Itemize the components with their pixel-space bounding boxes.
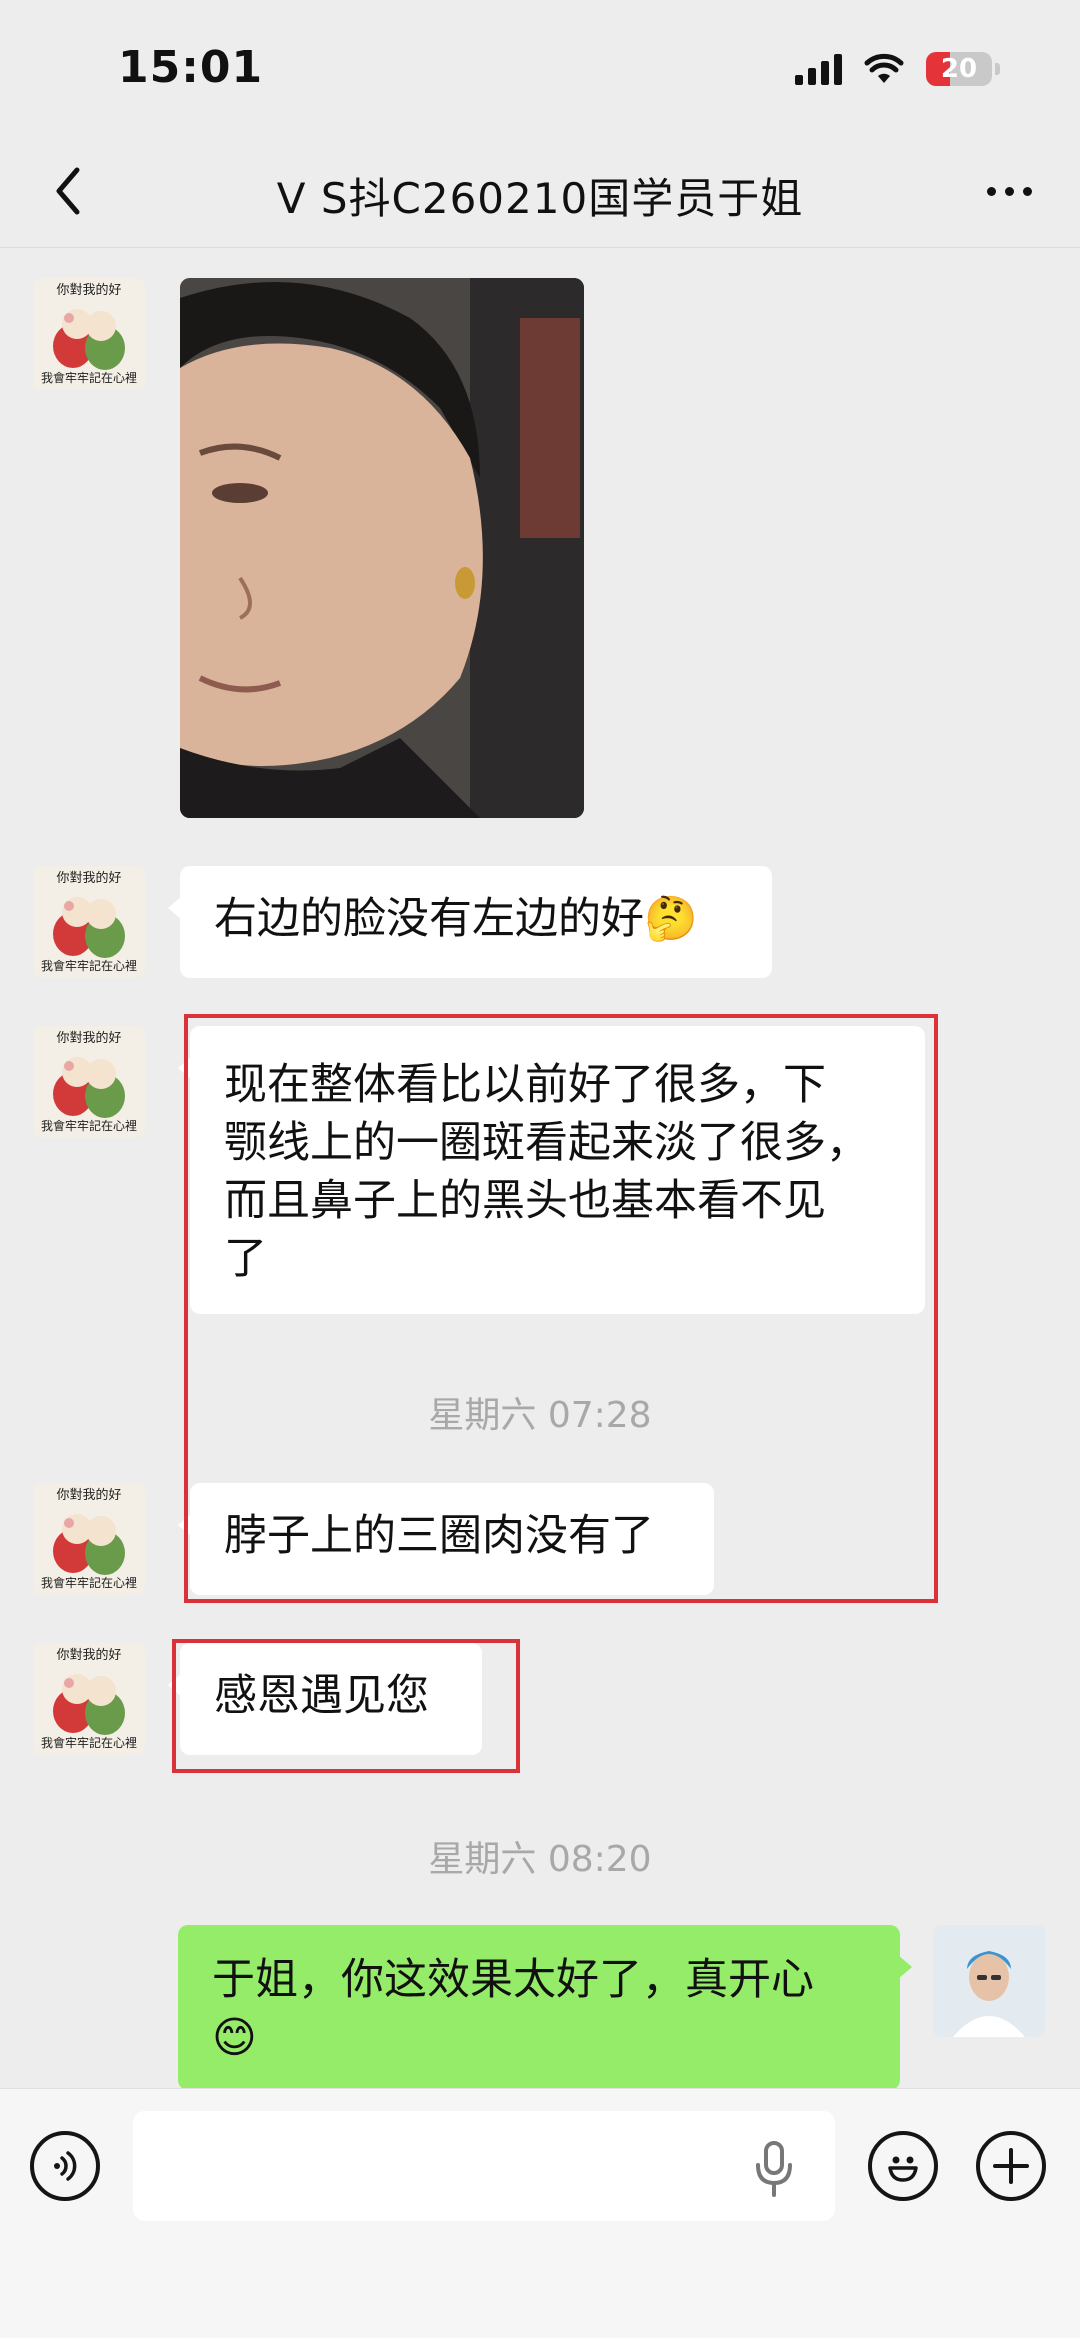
more-dot (1004, 186, 1014, 196)
own-message-bubble[interactable]: 于姐，你这效果太好了，真开心 😊 (178, 1925, 912, 2090)
contact-avatar[interactable]: 你對我的好 我會牢牢記在心裡 (33, 1643, 145, 1755)
more-dots-icon (986, 186, 996, 196)
wifi-icon (864, 53, 904, 85)
avatar-caption-bottom: 我會牢牢記在心裡 (40, 959, 137, 973)
contact-avatar[interactable]: 你對我的好 我會牢牢記在心裡 (33, 1026, 145, 1138)
message-input[interactable] (133, 2111, 835, 2221)
plus-icon (993, 2148, 1029, 2184)
contact-avatar[interactable]: 你對我的好 我會牢牢記在心裡 (33, 866, 145, 978)
battery-cap (995, 63, 1000, 75)
avatar-caption-bottom: 我會牢牢記在心裡 (40, 371, 137, 385)
voice-button[interactable] (30, 2131, 100, 2201)
timestamp: 星期六 08:20 (428, 1839, 652, 1880)
avatar-caption-top: 你對我的好 (56, 871, 122, 886)
contact-avatar[interactable]: 你對我的好 我會牢牢記在心裡 (33, 278, 145, 390)
chat-title: V S抖C260210国学员于姐 (276, 174, 804, 223)
battery-icon: 20 (926, 52, 992, 86)
message-text: 右边的脸没有左边的好🤔 (214, 894, 698, 944)
avatar-caption-top: 你對我的好 (56, 1648, 122, 1663)
plus-button[interactable] (976, 2131, 1046, 2201)
message-line: 😊 (212, 2013, 257, 2063)
avatar-caption-bottom: 我會牢牢記在心裡 (40, 1119, 137, 1133)
input-bar (0, 2088, 1080, 2338)
status-bar: 15:01 20 (0, 0, 1080, 135)
contact-avatar[interactable]: 你對我的好 我會牢牢記在心裡 (33, 1483, 145, 1595)
emoji-button[interactable] (868, 2131, 938, 2201)
my-avatar[interactable] (933, 1925, 1045, 2037)
face-photo (180, 278, 584, 818)
avatar-caption-top: 你對我的好 (56, 1031, 122, 1046)
voice-icon (54, 2151, 77, 2181)
more-dot (1022, 186, 1032, 196)
more-options-button[interactable] (974, 161, 1044, 221)
message-line: 于姐，你这效果太好了，真开心 (212, 1955, 814, 2005)
battery-level: 20 (940, 54, 978, 84)
message-bubble[interactable]: 右边的脸没有左边的好🤔 (168, 866, 772, 978)
back-button[interactable] (38, 161, 98, 221)
avatar-caption-top: 你對我的好 (56, 1488, 122, 1503)
status-icons: 20 (795, 52, 1000, 86)
status-time: 15:01 (118, 42, 264, 93)
highlight-box (184, 1014, 938, 1603)
chat-header: V S抖C260210国学员于姐 (0, 135, 1080, 248)
avatar-caption-bottom: 我會牢牢記在心裡 (40, 1736, 137, 1750)
photo-message[interactable] (180, 278, 584, 818)
avatar-caption-bottom: 我會牢牢記在心裡 (40, 1576, 137, 1590)
avatar-caption-top: 你對我的好 (56, 283, 122, 298)
doctor-avatar-image (933, 1925, 1045, 2037)
signal-icon (795, 53, 842, 85)
emoji-icon (888, 2156, 918, 2182)
chevron-left-icon (56, 167, 80, 215)
highlight-box (172, 1639, 520, 1773)
microphone-icon[interactable] (752, 2141, 796, 2201)
